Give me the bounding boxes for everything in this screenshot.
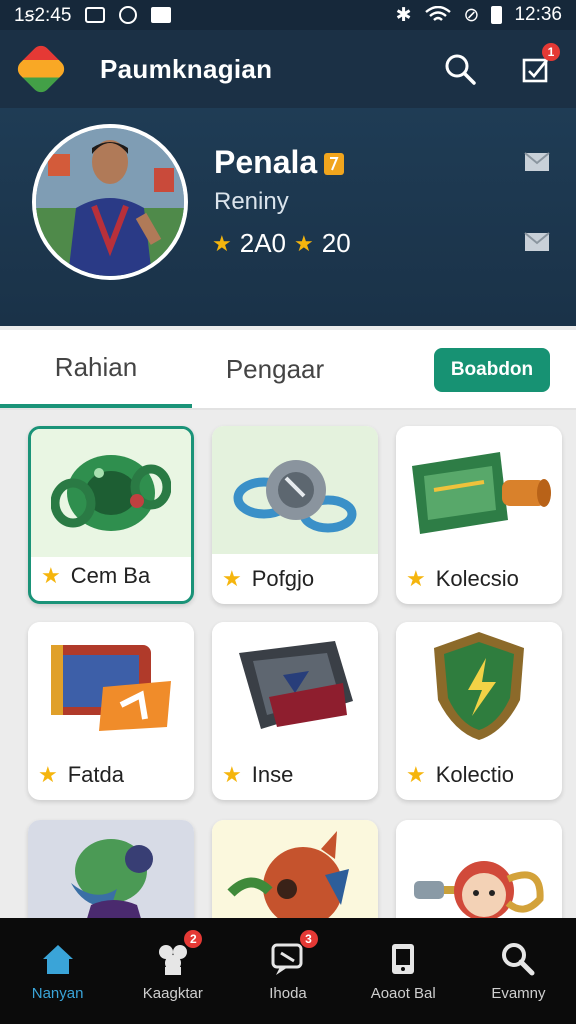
item-card[interactable]: ★ Pofgjo [212, 426, 378, 604]
green-ring-icon [51, 455, 171, 531]
item-grid: ★ Cem Ba ★ Pofgjo ★ Kolecsio ★ Fatda ★ Inse ★… [0, 412, 576, 918]
profile-name: Penala [214, 144, 318, 180]
item-label: Inse [251, 762, 294, 787]
status-time: 1ꞩ2:45 [14, 4, 72, 26]
magnifier-icon [502, 942, 535, 975]
nav-label: Nanyan [31, 984, 84, 1002]
tab-bar: Rahian Pengaar Boabdon [0, 330, 576, 410]
nav-label: Kaagktar [142, 984, 203, 1002]
blue-chain-icon [233, 460, 357, 533]
battery-icon [491, 6, 503, 24]
item-label: Kolectio [435, 762, 515, 787]
player-photo-icon [36, 128, 184, 276]
item-card[interactable]: ★ Fatda [28, 622, 194, 800]
sync-icon [119, 6, 138, 24]
status-bar: 1ꞩ2:45 ✱ ⊘ 12:36 [0, 0, 576, 30]
item-label: Pofgjo [251, 566, 315, 591]
search-icon [445, 54, 476, 85]
nav-badge: 2 [184, 930, 203, 948]
device-icon [392, 943, 415, 974]
chat-icon [271, 943, 303, 975]
face-key-icon [414, 861, 544, 918]
screen-icon [85, 7, 106, 23]
avatar[interactable] [32, 124, 188, 280]
profile-stats: ★ 2A0 ★ 20 [212, 228, 351, 259]
green-creature-icon [71, 839, 153, 918]
star-icon: ★ [406, 566, 426, 591]
app-title: Paumknagian [100, 53, 273, 84]
nav-label: Evamny [491, 984, 546, 1002]
book-badge-icon [239, 641, 353, 729]
search-button[interactable] [442, 51, 478, 87]
nav-item-evamny[interactable]: Evamny [461, 918, 576, 1024]
nav-item-home[interactable]: Nanyan [0, 918, 115, 1024]
nav-item-aoaot-bal[interactable]: Aoaot Bal [346, 918, 461, 1024]
item-card[interactable]: ★ Inse [212, 622, 378, 800]
tab-rahian[interactable]: Rahian [0, 330, 192, 408]
profile-subtitle: Reniny [214, 188, 289, 215]
stat-value-2: 20 [321, 228, 351, 258]
image-icon [151, 7, 172, 23]
item-label: Cem Ba [70, 563, 151, 588]
profile-header: Penala Reniny ★ 2A0 ★ 20 [0, 108, 576, 326]
star-icon: ★ [41, 563, 61, 588]
medal-icon [324, 152, 345, 175]
item-card[interactable] [212, 820, 378, 918]
bottom-navigation: Nanyan 2 Kaagktar 3 Ihoda Aoaot Bal Evam… [0, 918, 576, 1024]
banner-scroll-icon [412, 452, 551, 534]
mail-icon[interactable] [524, 152, 550, 172]
wifi-icon [424, 6, 451, 21]
star-icon: ★ [222, 762, 242, 787]
item-label: Fatda [67, 762, 124, 787]
notifications-button[interactable]: 1 [518, 43, 560, 87]
nav-badge: 3 [299, 930, 318, 948]
flag-box-icon [51, 645, 171, 731]
primary-action-button[interactable]: Boabdon [434, 348, 550, 392]
red-mask-icon [227, 831, 349, 918]
item-label: Kolecsio [435, 566, 519, 591]
no-sim-icon: ⊘ [463, 4, 480, 26]
app-logo [14, 42, 68, 96]
app-bar: Paumknagian 1 [0, 30, 576, 108]
cluster-icon [158, 944, 187, 975]
stat-value: 2A0 [239, 228, 286, 258]
star-icon: ★ [222, 566, 242, 591]
nav-item-kaagktar[interactable]: 2 Kaagktar [115, 918, 230, 1024]
item-card[interactable] [28, 820, 194, 918]
notification-badge: 1 [542, 43, 560, 61]
status-clock: 12:36 [514, 4, 562, 25]
nav-label: Aoaot Bal [370, 984, 436, 1002]
profile-name-row: Penala [214, 144, 345, 181]
item-card[interactable]: ★ Kolectio [396, 622, 562, 800]
item-card[interactable] [396, 820, 562, 918]
item-card[interactable]: ★ Kolecsio [396, 426, 562, 604]
star-icon: ★ [38, 762, 58, 787]
mail-icon[interactable] [524, 232, 550, 252]
star-icon: ★ [294, 230, 314, 256]
home-icon [42, 944, 73, 974]
star-icon: ★ [212, 230, 232, 256]
nav-label: Ihoda [269, 984, 307, 1002]
green-shield-icon [434, 632, 524, 740]
bluetooth-icon: ✱ [395, 4, 412, 26]
nav-item-ihoda[interactable]: 3 Ihoda [230, 918, 345, 1024]
item-card[interactable]: ★ Cem Ba [28, 426, 194, 604]
star-icon: ★ [406, 762, 426, 787]
tab-pengaar[interactable]: Pengaar [192, 330, 358, 408]
